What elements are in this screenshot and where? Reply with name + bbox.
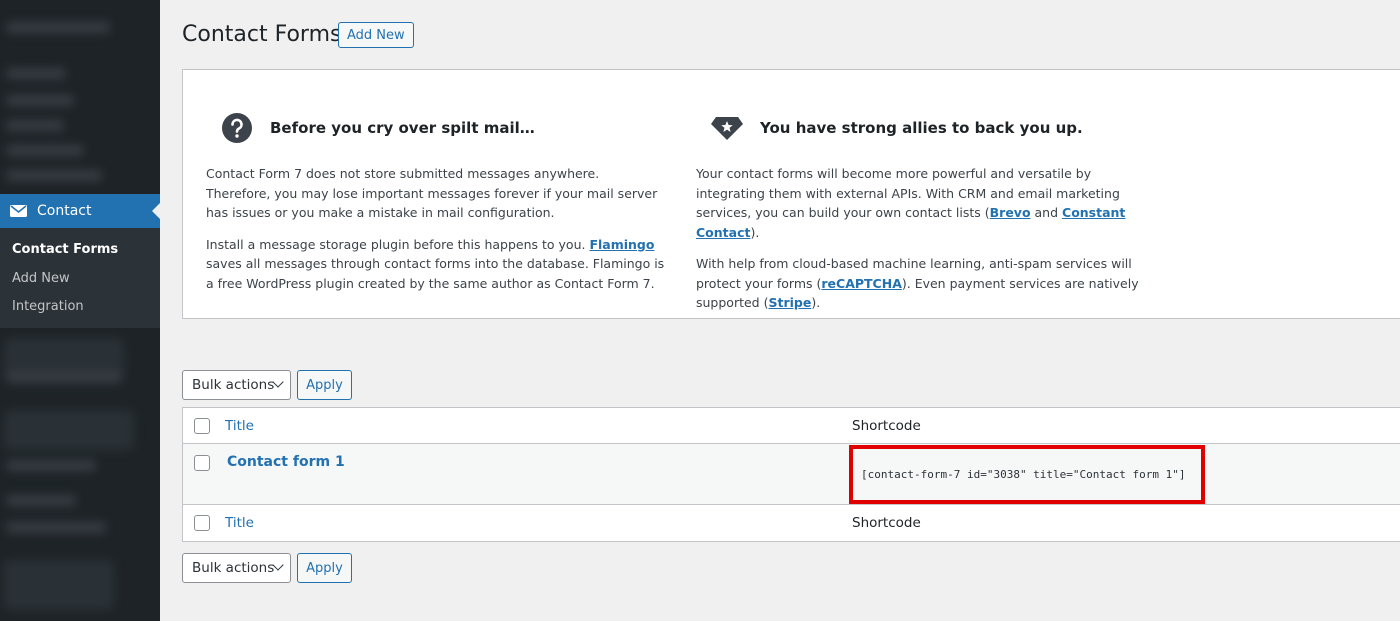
row-checkbox[interactable] xyxy=(194,455,210,471)
shortcode-text[interactable]: [contact-form-7 id="3038" title="Contact… xyxy=(861,468,1186,481)
mail-icon xyxy=(10,205,27,217)
table-header-row: Title Shortcode xyxy=(183,408,1400,444)
brevo-link[interactable]: Brevo xyxy=(990,205,1031,220)
sidebar-item-add-new[interactable]: Add New xyxy=(0,265,160,294)
sidebar-item-integration[interactable]: Integration xyxy=(0,293,160,322)
main-content: Contact Forms Add New Before you cry ove… xyxy=(160,0,1400,621)
shortcode-highlight: [contact-form-7 id="3038" title="Contact… xyxy=(849,445,1205,504)
welcome-storage-text-1: Contact Form 7 does not store submitted … xyxy=(206,166,658,220)
shield-star-icon xyxy=(710,111,744,145)
recaptcha-link[interactable]: reCAPTCHA xyxy=(821,276,902,291)
question-circle-icon xyxy=(220,111,254,145)
sidebar-item-contact[interactable]: Contact xyxy=(0,194,160,228)
form-title-link[interactable]: Contact form 1 xyxy=(227,454,345,470)
table-row: Contact form 1 [contact-form-7 id="3038"… xyxy=(183,444,1400,505)
welcome-allies-text-2: With help from cloud-based machine learn… xyxy=(696,256,1139,310)
admin-sidebar: Contact Contact Forms Add New Integratio… xyxy=(0,0,160,621)
column-footer-shortcode: Shortcode xyxy=(852,515,921,531)
sidebar-submenu: Contact Forms Add New Integration xyxy=(0,228,160,328)
stripe-link[interactable]: Stripe xyxy=(768,295,811,310)
select-all-checkbox-footer[interactable] xyxy=(194,515,210,531)
bulk-actions-bottom: Bulk actions Apply xyxy=(182,553,352,583)
flamingo-link[interactable]: Flamingo xyxy=(589,237,654,252)
apply-button[interactable]: Apply xyxy=(297,370,352,400)
table-footer-row: Title Shortcode xyxy=(183,505,1400,541)
column-header-shortcode: Shortcode xyxy=(852,418,921,434)
welcome-column-storage: Before you cry over spilt mail… Contact … xyxy=(206,110,666,305)
page-title: Contact Forms xyxy=(182,22,342,47)
sidebar-item-contact-forms[interactable]: Contact Forms xyxy=(0,236,160,265)
sidebar-item-label: Contact xyxy=(37,203,92,219)
welcome-storage-title: Before you cry over spilt mail… xyxy=(270,119,535,137)
column-header-title[interactable]: Title xyxy=(225,418,254,434)
welcome-allies-text-1: Your contact forms will become more powe… xyxy=(696,166,1126,240)
welcome-allies-title: You have strong allies to back you up. xyxy=(760,119,1083,137)
bulk-actions-select[interactable]: Bulk actions xyxy=(182,370,291,400)
contact-forms-table: Title Shortcode Contact form 1 [contact-… xyxy=(182,407,1400,542)
column-footer-title[interactable]: Title xyxy=(225,515,254,531)
welcome-column-allies: You have strong allies to back you up. Y… xyxy=(696,110,1156,325)
bulk-actions-select-bottom[interactable]: Bulk actions xyxy=(182,553,291,583)
bulk-actions-top: Bulk actions Apply xyxy=(182,370,352,400)
apply-button-bottom[interactable]: Apply xyxy=(297,553,352,583)
welcome-panel: Before you cry over spilt mail… Contact … xyxy=(182,69,1400,319)
current-arrow xyxy=(152,203,160,219)
select-all-checkbox[interactable] xyxy=(194,418,210,434)
add-new-button[interactable]: Add New xyxy=(338,22,414,48)
welcome-storage-text-2: Install a message storage plugin before … xyxy=(206,236,665,291)
